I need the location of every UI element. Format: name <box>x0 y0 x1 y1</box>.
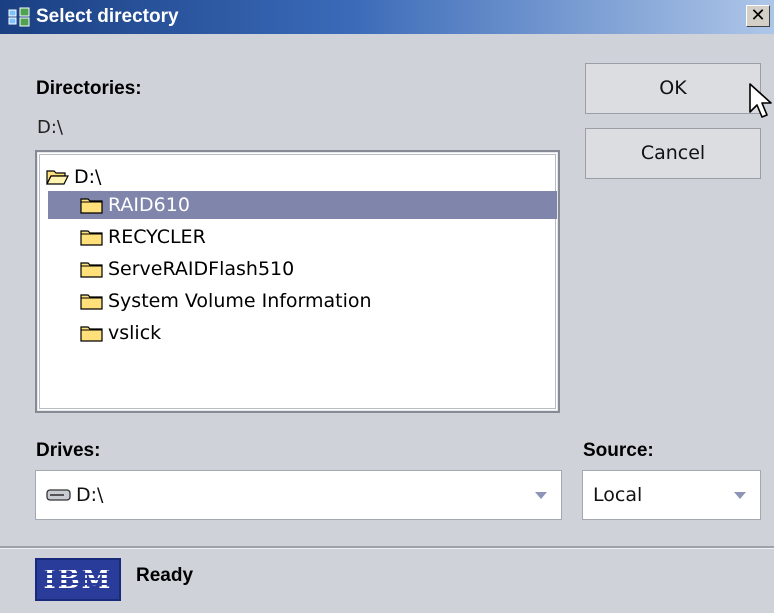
ibm-logo-text: IBM <box>43 564 113 595</box>
folder-icon <box>80 230 103 246</box>
tree-item-label: RAID610 <box>108 194 190 216</box>
directory-tree-inner: D:\ RAID610 RECYCLER ServeRAIDFlash510 S… <box>39 154 557 409</box>
chevron-down-icon[interactable] <box>535 492 547 499</box>
tree-item-label: System Volume Information <box>108 290 372 312</box>
tree-root[interactable]: D:\ <box>46 163 101 191</box>
source-select-value: Local <box>593 484 643 506</box>
folder-icon <box>80 262 103 278</box>
drives-select[interactable]: D:\ <box>35 470 562 520</box>
status-divider-highlight <box>0 548 774 549</box>
directory-tree[interactable]: D:\ RAID610 RECYCLER ServeRAIDFlash510 S… <box>35 150 560 413</box>
tree-item-label: RECYCLER <box>108 226 206 248</box>
ibm-logo: IBM <box>35 558 121 601</box>
open-folder-icon <box>46 170 69 185</box>
tree-item-serveraidflash510[interactable]: ServeRAIDFlash510 <box>48 255 557 283</box>
source-select[interactable]: Local <box>582 470 761 520</box>
folder-icon <box>80 326 103 342</box>
close-button[interactable]: ✕ <box>746 5 770 27</box>
folder-icon <box>80 198 103 214</box>
folder-icon <box>80 294 103 310</box>
ok-button[interactable]: OK <box>585 63 761 114</box>
tree-item-label: ServeRAIDFlash510 <box>108 258 295 280</box>
close-icon: ✕ <box>750 5 766 26</box>
cancel-button[interactable]: Cancel <box>585 128 761 179</box>
drives-label: Drives: <box>36 440 101 461</box>
status-text: Ready <box>136 565 194 586</box>
tree-item-vslick[interactable]: vslick <box>48 319 557 347</box>
source-label: Source: <box>583 440 654 461</box>
tree-item-raid610[interactable]: RAID610 <box>48 191 557 219</box>
tree-root-label: D:\ <box>74 166 102 188</box>
window-title: Select directory <box>36 6 179 27</box>
mouse-cursor-icon <box>749 83 772 118</box>
chevron-down-icon[interactable] <box>734 492 746 499</box>
directories-label: Directories: <box>36 78 142 99</box>
tree-item-recycler[interactable]: RECYCLER <box>48 223 557 251</box>
drive-icon <box>46 489 71 501</box>
tree-item-label: vslick <box>108 322 162 344</box>
current-path: D:\ <box>37 117 63 138</box>
drives-select-value: D:\ <box>76 484 104 506</box>
tree-item-system-volume-information[interactable]: System Volume Information <box>48 287 557 315</box>
title-bar: Select directory ✕ <box>0 0 774 34</box>
app-icon <box>8 7 30 27</box>
